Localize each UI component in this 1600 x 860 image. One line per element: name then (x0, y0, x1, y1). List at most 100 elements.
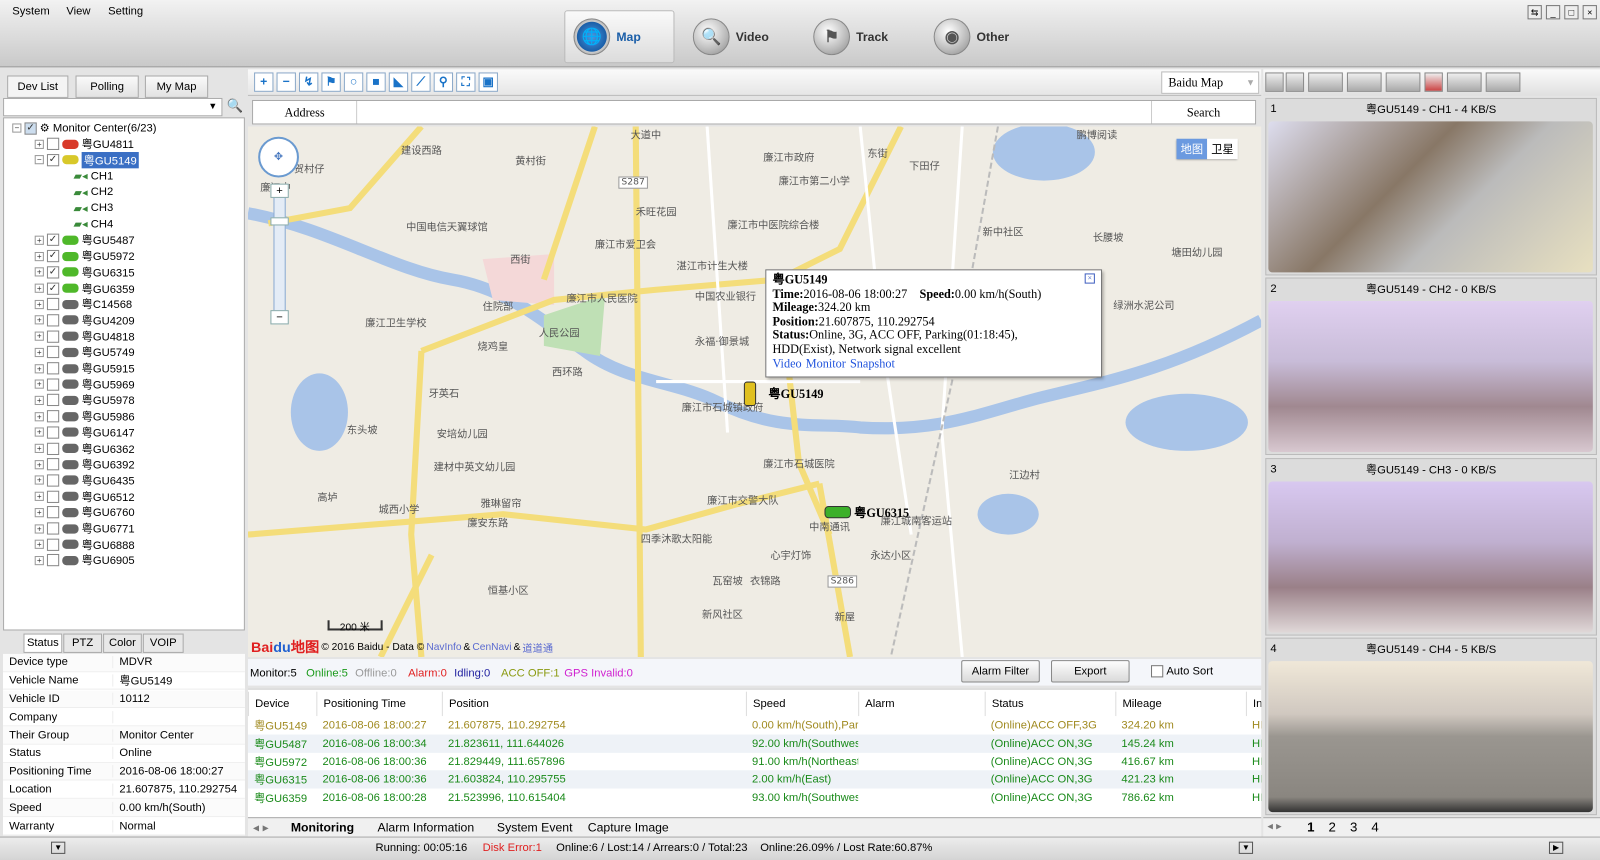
vehicle-marker-label[interactable]: 粤GU6315 (854, 504, 909, 521)
video-feed[interactable] (1268, 300, 1593, 452)
video-page-3[interactable]: 3 (1350, 819, 1357, 834)
close-icon[interactable]: × (1582, 5, 1597, 20)
checkbox[interactable] (46, 474, 60, 487)
zoom-slider[interactable] (273, 185, 286, 324)
menu-setting[interactable]: Setting (108, 5, 143, 17)
expand-icon[interactable]: + (34, 475, 44, 485)
save-icon[interactable]: ▣ (478, 72, 498, 92)
video-page-2[interactable]: 2 (1329, 819, 1336, 834)
monitor-link[interactable]: Monitor (806, 356, 846, 370)
map-zoom-in-button[interactable]: + (270, 183, 289, 198)
auto-sort-checkbox[interactable] (1151, 665, 1164, 678)
tab-status[interactable]: Status (23, 633, 63, 653)
nav-other[interactable]: ◉ Other (926, 10, 1036, 63)
expand-icon[interactable]: + (34, 539, 44, 550)
tree-device[interactable]: + 粤GU6888 (34, 537, 135, 552)
video-panel[interactable]: 2 粤GU5149 - CH2 - 0 KB/S (1265, 277, 1597, 456)
checkbox[interactable] (46, 314, 60, 327)
restore-icon[interactable]: ⇆ (1527, 5, 1542, 20)
expand-icon[interactable]: ▶ (1548, 841, 1564, 854)
tab-color[interactable]: Color (103, 633, 142, 653)
maximize-icon[interactable]: □ (1564, 5, 1579, 20)
map-type-select[interactable]: Baidu Map ▼ (1161, 71, 1260, 94)
video-page-1[interactable]: 1 (1307, 819, 1314, 834)
pan-icon[interactable]: ↯ (298, 72, 319, 92)
checkbox[interactable] (46, 506, 60, 519)
checkbox[interactable] (46, 378, 60, 391)
column-header[interactable]: Status (984, 691, 1116, 717)
menu-system[interactable]: System (12, 5, 49, 17)
tree-channel[interactable]: ▰◂ CH2 (73, 184, 113, 199)
pan-control[interactable]: ✥ (258, 136, 299, 178)
expand-icon[interactable]: + (34, 315, 44, 325)
tab-my-map[interactable]: My Map (144, 75, 209, 98)
tree-device[interactable]: + 粤GU5969 (34, 377, 135, 392)
expand-icon[interactable]: + (34, 283, 44, 293)
tree-device[interactable]: + 粤GU6392 (34, 457, 135, 472)
satellite-button[interactable]: 卫星 (1207, 138, 1238, 160)
tree-device[interactable]: + 粤GU6771 (34, 521, 135, 536)
column-header[interactable]: Speed (745, 691, 858, 717)
checkbox[interactable]: ✓ (24, 121, 37, 135)
tree-device[interactable]: − ✓ 粤GU5149 (34, 151, 139, 169)
map-view[interactable]: 建设西路 黄村街 东街 大道中 廉江市政府 廉江市第二小学 下田仔 鹏博阅读 禾旺花园 廉江市中医… (247, 126, 1262, 658)
zoom-in-icon[interactable]: + (254, 72, 274, 92)
checkbox[interactable] (46, 458, 60, 471)
column-header[interactable]: Device (247, 691, 316, 717)
checkbox[interactable] (46, 137, 60, 151)
checkbox[interactable] (46, 330, 60, 343)
tab-monitoring[interactable]: Monitoring (291, 820, 354, 834)
column-header[interactable]: Positioning Time (316, 691, 442, 717)
checkbox[interactable]: ✓ (46, 153, 60, 167)
checkbox[interactable]: ✓ (46, 266, 60, 279)
snapshot-icon[interactable] (1385, 72, 1421, 92)
checkbox[interactable] (46, 538, 60, 551)
expand-icon[interactable]: + (34, 491, 44, 502)
tree-device[interactable]: + 粤GU6512 (34, 489, 135, 504)
tree-device[interactable]: + ✓ 粤GU6315 (34, 265, 135, 280)
close-icon[interactable]: × (1084, 273, 1095, 284)
checkbox[interactable] (46, 346, 60, 359)
column-header[interactable]: Mileage (1115, 691, 1246, 717)
video-panel[interactable]: 1 粤GU5149 - CH1 - 4 KB/S (1265, 97, 1597, 276)
mute-icon[interactable] (1424, 72, 1443, 92)
snapshot-link[interactable]: Snapshot (850, 356, 895, 370)
download-icon[interactable] (1285, 72, 1305, 92)
tree-device[interactable]: + 粤GU5986 (34, 409, 135, 424)
tree-device[interactable]: + 粤C14568 (34, 297, 132, 312)
tree-device[interactable]: + 粤GU5978 (34, 393, 135, 408)
map-button[interactable]: 地图 (1176, 138, 1208, 160)
stop-icon[interactable] (1485, 72, 1521, 92)
table-row[interactable]: 粤GU5972 2016-08-06 18:00:36 21.829449, 111… (247, 752, 1262, 771)
page-scroll-arrows[interactable]: ◂ ▸ (1267, 819, 1281, 832)
map-zoom-out-button[interactable]: − (270, 310, 289, 325)
tab-capture-image[interactable]: Capture Image (588, 820, 669, 834)
upload-icon[interactable] (1265, 72, 1284, 92)
tree-device[interactable]: + 粤GU5915 (34, 361, 135, 376)
video-feed[interactable] (1268, 121, 1593, 273)
fullscreen-icon[interactable]: ⛶ (456, 72, 476, 92)
checkbox[interactable] (46, 298, 60, 311)
tab-system-event[interactable]: System Event (497, 820, 573, 834)
vehicle-marker-icon[interactable] (743, 381, 757, 407)
expand-icon[interactable]: + (34, 139, 44, 149)
checkbox[interactable]: ✓ (46, 250, 60, 263)
circle-icon[interactable]: ○ (343, 72, 364, 92)
collapse-icon[interactable]: − (34, 155, 44, 165)
zoom-out-icon[interactable]: − (276, 72, 296, 92)
checkbox[interactable] (46, 490, 60, 503)
table-row[interactable]: 粤GU6359 2016-08-06 18:00:28 21.523996, 110… (247, 788, 1262, 808)
tab-voip[interactable]: VOIP (142, 633, 184, 653)
table-row[interactable]: 粤GU6315 2016-08-06 18:00:36 21.603824, 110… (247, 770, 1262, 790)
checkbox[interactable] (46, 442, 60, 455)
checkbox[interactable] (46, 362, 60, 375)
expand-icon[interactable]: + (34, 523, 44, 534)
tab-polling[interactable]: Polling (75, 75, 139, 98)
tree-device[interactable]: + 粤GU4209 (34, 313, 135, 328)
collapse-icon[interactable]: ▼ (1238, 841, 1254, 854)
device-search-combo[interactable]: ▼ (3, 97, 223, 117)
checkbox[interactable]: ✓ (46, 234, 60, 247)
search-icon[interactable]: 🔍 (227, 98, 244, 114)
collapse-icon[interactable]: − (12, 123, 22, 133)
column-header[interactable]: In (1245, 691, 1261, 717)
